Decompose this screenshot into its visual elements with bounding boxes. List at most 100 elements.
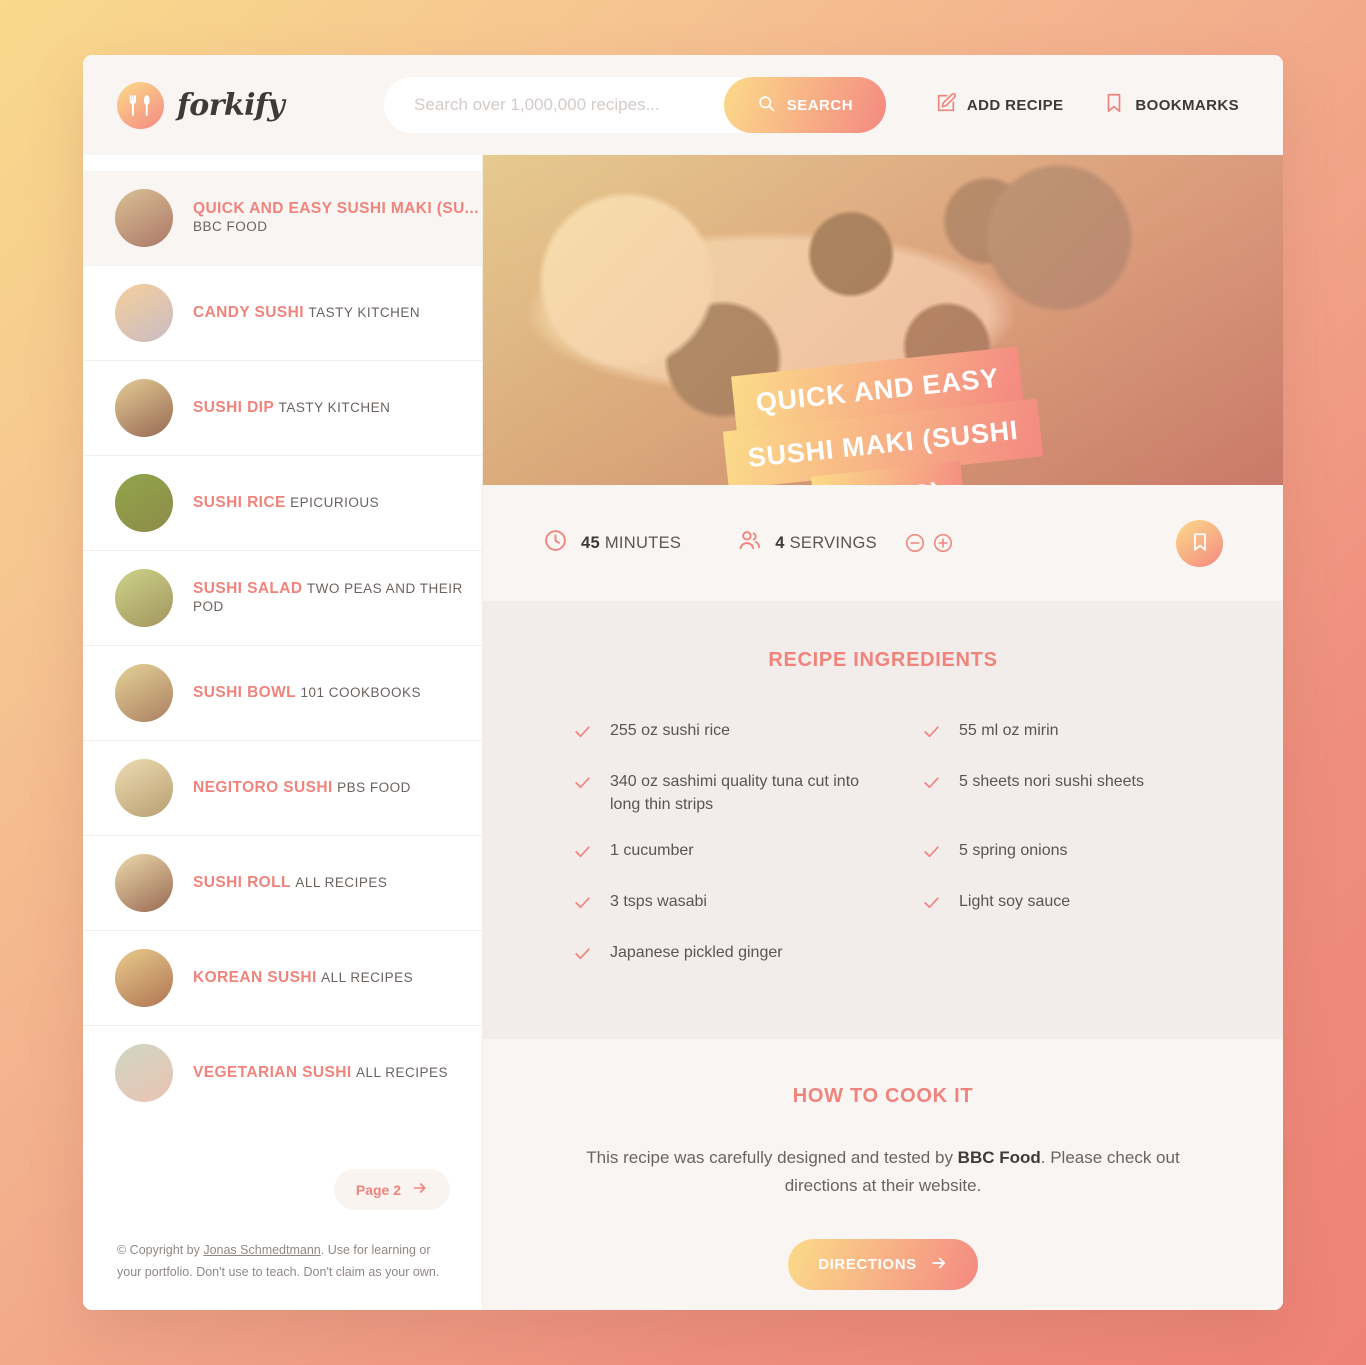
ingredient-text: 1 cucumber xyxy=(610,841,694,859)
result-title: VEGETARIAN SUSHI xyxy=(193,1064,352,1081)
check-icon xyxy=(573,770,592,799)
result-publisher: 101 COOKBOOKS xyxy=(300,685,422,700)
result-item[interactable]: SUSHI ROLL ALL RECIPES xyxy=(83,836,482,931)
recipe-hero: QUICK AND EASY SUSHI MAKI (SUSHI ROLLS) xyxy=(483,155,1283,485)
how-to-cook-text: This recipe was carefully designed and t… xyxy=(583,1144,1183,1199)
sidebar: QUICK AND EASY SUSHI MAKI (SU... BBC FOO… xyxy=(83,155,483,1310)
search-button[interactable]: SEARCH xyxy=(723,77,887,133)
recipe-thumbnail xyxy=(115,284,173,342)
arrow-right-icon xyxy=(930,1254,948,1276)
ingredient-item: 340 oz sashimi quality tuna cut into lon… xyxy=(555,759,862,827)
check-icon xyxy=(573,839,592,868)
recipe-details: 45 MINUTES 4 SERVINGS xyxy=(483,485,1283,601)
recipe-thumbnail xyxy=(115,854,173,912)
app-window: forkify SEARCH xyxy=(83,55,1283,1310)
result-title: SUSHI ROLL xyxy=(193,874,291,891)
recipe-hero-image xyxy=(483,155,1283,485)
how-to-cook-title: HOW TO COOK IT xyxy=(792,1085,974,1108)
ingredient-text: 340 oz sashimi quality tuna cut into lon… xyxy=(610,773,860,814)
logo[interactable]: forkify xyxy=(117,81,285,129)
pagination: Page 2 xyxy=(83,1169,482,1218)
check-icon xyxy=(922,890,941,919)
recipe-thumbnail xyxy=(115,189,173,247)
author-link[interactable]: Jonas Schmedtmann xyxy=(203,1243,320,1257)
result-item[interactable]: SUSHI RICE EPICURIOUS xyxy=(83,456,482,551)
search-input[interactable] xyxy=(414,95,724,115)
result-item[interactable]: KOREAN SUSHI ALL RECIPES xyxy=(83,931,482,1026)
result-item[interactable]: SUSHI DIP TASTY KITCHEN xyxy=(83,361,482,456)
result-publisher: ALL RECIPES xyxy=(356,1065,449,1080)
ingredient-text: 3 tsps wasabi xyxy=(610,892,707,910)
result-item[interactable]: SUSHI BOWL 101 COOKBOOKS xyxy=(83,646,482,741)
result-publisher: TASTY KITCHEN xyxy=(308,305,421,320)
copyright-prefix: © Copyright by xyxy=(117,1243,204,1258)
servings-value: 4 xyxy=(775,533,785,552)
users-icon xyxy=(737,528,762,558)
ingredients-grid: 255 oz sushi rice 55 ml oz mirin 340 oz … xyxy=(555,708,1211,981)
result-item[interactable]: VEGETARIAN SUSHI ALL RECIPES xyxy=(83,1026,482,1120)
fork-spoon-icon xyxy=(117,81,164,129)
result-title: NEGITORO SUSHI xyxy=(193,779,333,796)
result-item[interactable]: SUSHI SALAD TWO PEAS AND THEIR POD xyxy=(83,551,482,646)
recipe-thumbnail xyxy=(115,949,173,1007)
cooking-time: 45 MINUTES xyxy=(543,528,681,558)
result-item[interactable]: QUICK AND EASY SUSHI MAKI (SU... BBC FOO… xyxy=(83,171,482,266)
decrease-servings-button[interactable] xyxy=(904,532,926,554)
recipe-panel: QUICK AND EASY SUSHI MAKI (SUSHI ROLLS) … xyxy=(483,155,1283,1310)
result-publisher: ALL RECIPES xyxy=(321,970,414,985)
plus-circle-icon xyxy=(932,533,954,557)
ingredient-text: 5 spring onions xyxy=(959,841,1068,859)
arrow-right-icon xyxy=(412,1180,428,1199)
ingredient-text: 55 ml oz mirin xyxy=(959,722,1059,739)
result-title: QUICK AND EASY SUSHI MAKI (SU... xyxy=(193,200,479,217)
next-page-button[interactable]: Page 2 xyxy=(333,1169,450,1211)
ingredient-item: 255 oz sushi rice xyxy=(555,708,862,759)
result-title: SUSHI RICE xyxy=(193,494,286,511)
ingredients-section: RECIPE INGREDIENTS 255 oz sushi rice 55 … xyxy=(483,601,1283,1040)
bookmark-icon xyxy=(1189,531,1211,556)
result-title: KOREAN SUSHI xyxy=(193,969,317,986)
cook-text-before: This recipe was carefully designed and t… xyxy=(586,1148,958,1168)
result-item[interactable]: CANDY SUSHI TASTY KITCHEN xyxy=(83,266,482,361)
result-publisher: ALL RECIPES xyxy=(295,875,388,890)
main-body: QUICK AND EASY SUSHI MAKI (SU... BBC FOO… xyxy=(83,155,1283,1310)
ingredient-text: 5 sheets nori sushi sheets xyxy=(959,773,1144,791)
bookmarks-label: BOOKMARKS xyxy=(1135,96,1239,114)
cooking-time-value: 45 xyxy=(581,533,600,552)
search-bar[interactable]: SEARCH xyxy=(384,77,887,133)
search-icon xyxy=(757,94,776,117)
recipe-thumbnail xyxy=(115,664,173,722)
search-results-list: QUICK AND EASY SUSHI MAKI (SU... BBC FOO… xyxy=(83,155,482,1120)
recipe-thumbnail xyxy=(115,474,173,532)
check-icon xyxy=(573,941,592,970)
clock-icon xyxy=(543,528,568,558)
check-icon xyxy=(573,719,592,748)
result-publisher: PBS FOOD xyxy=(337,780,411,795)
add-recipe-label: ADD RECIPE xyxy=(966,96,1064,114)
ingredient-item: 3 tsps wasabi xyxy=(555,879,862,930)
result-publisher: TASTY KITCHEN xyxy=(278,400,391,415)
servings: 4 SERVINGS xyxy=(737,528,954,558)
how-to-cook-section: HOW TO COOK IT This recipe was carefully… xyxy=(483,1039,1283,1310)
directions-button[interactable]: DIRECTIONS xyxy=(788,1239,978,1291)
bookmark-icon xyxy=(1103,92,1125,118)
result-item[interactable]: NEGITORO SUSHI PBS FOOD xyxy=(83,741,482,836)
bookmarks-button[interactable]: BOOKMARKS xyxy=(1097,84,1245,126)
increase-servings-button[interactable] xyxy=(932,532,954,554)
result-title: CANDY SUSHI xyxy=(193,304,304,321)
logo-text: forkify xyxy=(177,87,285,123)
edit-square-icon xyxy=(935,92,957,118)
add-recipe-button[interactable]: ADD RECIPE xyxy=(929,84,1070,126)
recipe-thumbnail xyxy=(115,1044,173,1102)
minus-circle-icon xyxy=(904,533,926,557)
recipe-thumbnail xyxy=(115,569,173,627)
ingredient-item: 5 spring onions xyxy=(904,828,1211,879)
recipe-thumbnail xyxy=(115,759,173,817)
servings-unit: SERVINGS xyxy=(789,533,877,552)
bookmark-recipe-button[interactable] xyxy=(1176,519,1223,567)
result-title: SUSHI SALAD xyxy=(193,580,303,597)
ingredient-item: 55 ml oz mirin xyxy=(904,708,1211,759)
ingredient-text: Japanese pickled ginger xyxy=(610,943,783,961)
cooking-time-text: 45 MINUTES xyxy=(581,534,681,553)
next-page-label: Page 2 xyxy=(355,1181,401,1198)
